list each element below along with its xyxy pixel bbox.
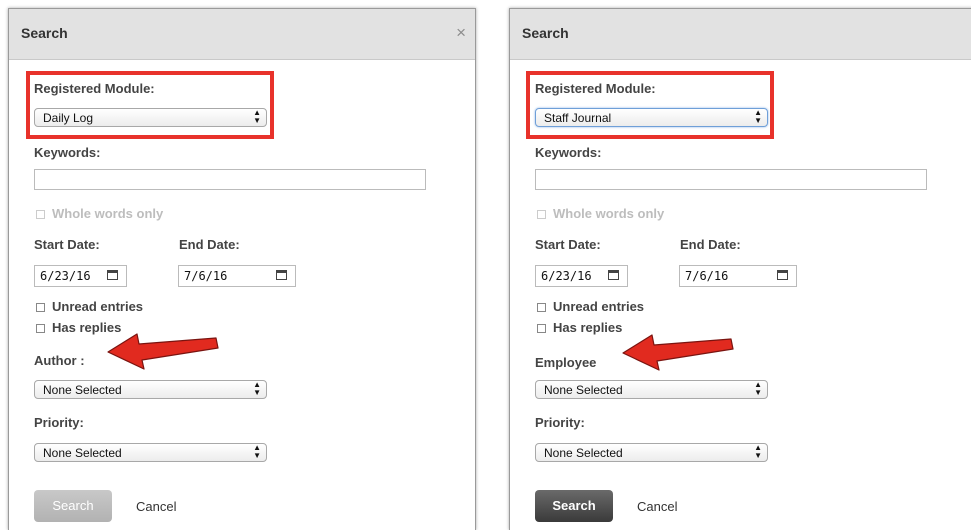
has-replies-checkbox[interactable]	[537, 324, 546, 333]
priority-label: Priority:	[34, 415, 84, 430]
start-date-input[interactable]: 6/23/16	[34, 265, 127, 287]
has-replies-checkbox[interactable]	[36, 324, 45, 333]
start-date-label: Start Date:	[34, 237, 100, 252]
keywords-label: Keywords:	[34, 145, 101, 160]
unread-entries-label: Unread entries	[52, 299, 144, 314]
author-value: None Selected	[43, 383, 122, 397]
employee-value: None Selected	[544, 383, 623, 397]
unread-entries-label: Unread entries	[553, 299, 645, 314]
dialog-title: Search	[522, 25, 569, 41]
select-arrows-icon: ▲ ▼	[754, 443, 762, 460]
whole-words-label: Whole words only	[553, 206, 665, 221]
whole-words-checkbox[interactable]	[36, 210, 45, 219]
start-date-value: 6/23/16	[541, 269, 592, 283]
start-date-value: 6/23/16	[40, 269, 91, 283]
end-date-value: 7/6/16	[685, 269, 729, 283]
whole-words-label: Whole words only	[52, 206, 164, 221]
priority-label: Priority:	[535, 415, 585, 430]
start-date-input[interactable]: 6/23/16	[535, 265, 628, 287]
employee-label: Employee	[535, 355, 597, 370]
end-date-label: End Date:	[179, 237, 240, 252]
highlight-box-module-right	[526, 71, 774, 139]
priority-select[interactable]: None Selected ▲ ▼	[34, 443, 267, 462]
close-icon[interactable]: ×	[456, 24, 466, 41]
author-label: Author :	[34, 353, 85, 368]
search-button[interactable]: Search	[34, 490, 112, 522]
select-arrows-icon: ▲ ▼	[253, 443, 261, 460]
priority-value: None Selected	[544, 446, 623, 460]
end-date-value: 7/6/16	[184, 269, 228, 283]
employee-select[interactable]: None Selected ▲ ▼	[535, 380, 768, 399]
dialog-header: Search ×	[9, 9, 475, 60]
cancel-link[interactable]: Cancel	[637, 499, 677, 514]
priority-value: None Selected	[43, 446, 122, 460]
start-date-label: Start Date:	[535, 237, 601, 252]
end-date-input[interactable]: 7/6/16	[178, 265, 296, 287]
priority-select[interactable]: None Selected ▲ ▼	[535, 443, 768, 462]
red-arrow-right	[622, 334, 734, 371]
keywords-label: Keywords:	[535, 145, 602, 160]
calendar-icon[interactable]	[608, 270, 619, 280]
keywords-input[interactable]	[535, 169, 927, 190]
has-replies-label: Has replies	[553, 320, 623, 335]
calendar-icon[interactable]	[276, 270, 287, 280]
keywords-input[interactable]	[34, 169, 426, 190]
highlight-box-module-left	[26, 71, 274, 139]
end-date-input[interactable]: 7/6/16	[679, 265, 797, 287]
author-select[interactable]: None Selected ▲ ▼	[34, 380, 267, 399]
select-arrows-icon: ▲ ▼	[253, 380, 261, 397]
red-arrow-left	[107, 333, 219, 370]
unread-entries-checkbox[interactable]	[36, 303, 45, 312]
dialog-header: Search ×	[510, 9, 971, 60]
end-date-label: End Date:	[680, 237, 741, 252]
cancel-link[interactable]: Cancel	[136, 499, 176, 514]
calendar-icon[interactable]	[107, 270, 118, 280]
calendar-icon[interactable]	[777, 270, 788, 280]
whole-words-checkbox[interactable]	[537, 210, 546, 219]
select-arrows-icon: ▲ ▼	[754, 380, 762, 397]
unread-entries-checkbox[interactable]	[537, 303, 546, 312]
search-button[interactable]: Search	[535, 490, 613, 522]
dialog-title: Search	[21, 25, 68, 41]
